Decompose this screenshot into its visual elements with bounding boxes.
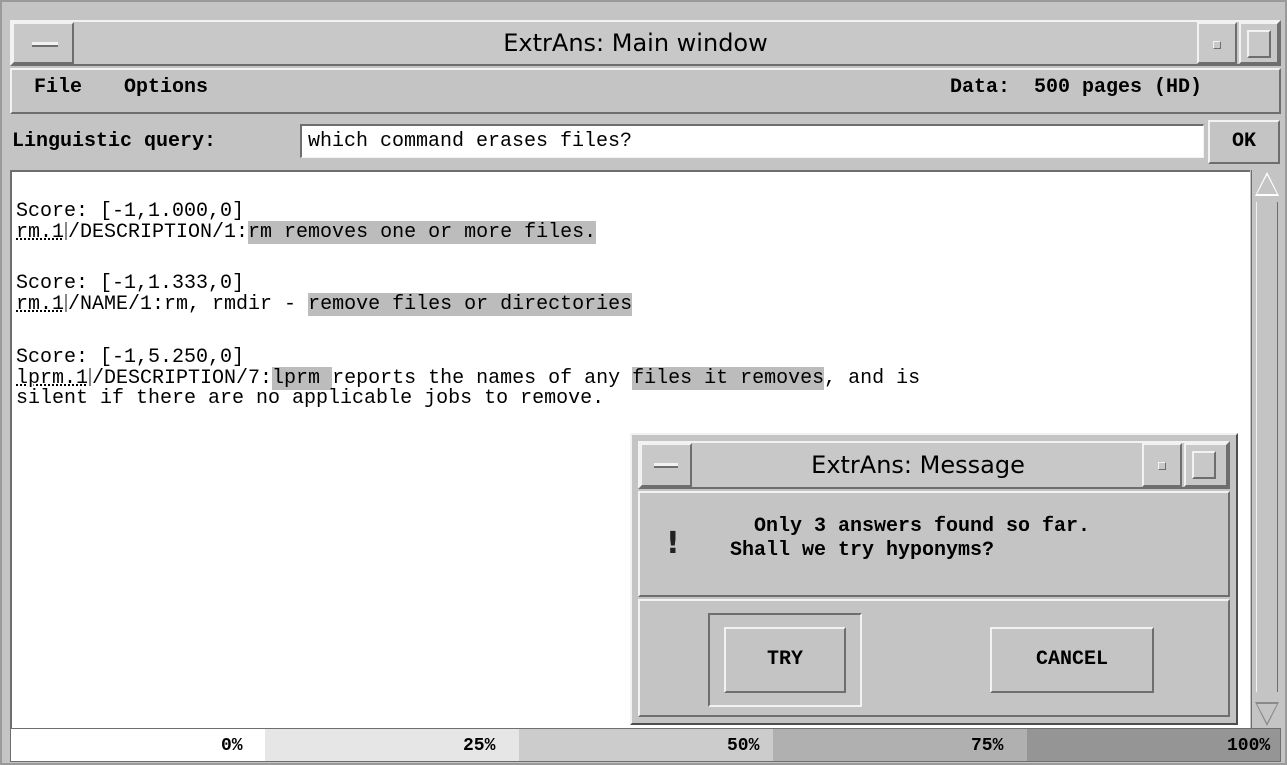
title-bar[interactable]: ExtrAns: Main window xyxy=(10,20,1281,66)
scroll-down-arrow-icon[interactable] xyxy=(1255,702,1279,726)
menu-bar: File Options Data: 500 pages (HD) xyxy=(10,68,1281,114)
message-dialog: ExtrAns: Message ! Only 3 answers found … xyxy=(630,433,1238,725)
minimize-icon xyxy=(1213,41,1221,49)
result-score: Score: [-1,5.250,0] xyxy=(16,346,245,369)
window-menu-icon xyxy=(654,463,678,468)
cancel-button[interactable]: CANCEL xyxy=(990,627,1154,693)
dialog-maximize-button[interactable] xyxy=(1184,443,1228,487)
result-continuation: silent if there are no applicable jobs t… xyxy=(16,387,605,410)
progress-label: 0% xyxy=(221,736,243,756)
maximize-icon xyxy=(1192,451,1216,479)
scroll-up-arrow-icon[interactable] xyxy=(1255,172,1279,196)
ok-button[interactable]: OK xyxy=(1208,120,1280,164)
doc-link[interactable]: rm.1 xyxy=(16,293,64,316)
exclamation-icon: ! xyxy=(666,526,680,561)
dialog-title-bar[interactable]: ExtrAns: Message xyxy=(638,441,1230,489)
window-menu-button[interactable] xyxy=(12,22,74,64)
progress-label: 50% xyxy=(727,736,760,756)
result-score: Score: [-1,1.333,0] xyxy=(16,272,245,295)
query-label: Linguistic query: xyxy=(12,130,217,153)
scroll-track[interactable] xyxy=(1256,202,1278,692)
result-section: /NAME/1: xyxy=(68,293,165,316)
minimize-icon xyxy=(1158,462,1166,470)
result-text-highlight: remove files or directories xyxy=(308,293,633,316)
query-input[interactable]: which command erases files? xyxy=(300,124,1204,158)
maximize-button[interactable] xyxy=(1239,22,1279,64)
link-marker xyxy=(89,368,92,386)
link-marker xyxy=(65,222,68,240)
minimize-button[interactable] xyxy=(1197,22,1237,64)
vertical-scrollbar[interactable] xyxy=(1251,170,1281,728)
dialog-title: ExtrAns: Message xyxy=(811,451,1025,479)
result-text-highlight: rm removes one or more files. xyxy=(248,221,597,244)
query-row: Linguistic query: which command erases f… xyxy=(10,118,1281,168)
menu-file[interactable]: File xyxy=(34,76,82,99)
result-text: , and is xyxy=(824,367,921,390)
data-status: Data: 500 pages (HD) xyxy=(950,76,1203,99)
progress-label: 100% xyxy=(1227,736,1271,756)
doc-link[interactable]: rm.1 xyxy=(16,221,64,244)
result-item: Score: [-1,5.250,0] lprm.1/DESCRIPTION/7… xyxy=(16,348,920,409)
dialog-menu-button[interactable] xyxy=(640,443,692,487)
maximize-icon xyxy=(1247,30,1271,58)
result-item: Score: [-1,1.000,0] rm.1/DESCRIPTION/1:r… xyxy=(16,200,597,244)
result-text: rm, rmdir - xyxy=(164,293,309,316)
progress-label: 25% xyxy=(463,736,496,756)
progress-label: 75% xyxy=(971,736,1004,756)
result-text-highlight: files it removes xyxy=(632,367,825,390)
dialog-minimize-button[interactable] xyxy=(1142,443,1182,487)
try-button[interactable]: TRY xyxy=(724,627,846,693)
dialog-actions: TRY CANCEL xyxy=(638,599,1230,717)
dialog-body: ! Only 3 answers found so far. Shall we … xyxy=(638,491,1230,597)
menu-options[interactable]: Options xyxy=(124,76,208,99)
result-item: Score: [-1,1.333,0] rm.1/NAME/1:rm, rmdi… xyxy=(16,272,633,316)
progress-bar: 0% 25% 50% 75% 100% xyxy=(10,728,1281,762)
dialog-message: Only 3 answers found so far. Shall we tr… xyxy=(730,515,1091,562)
link-marker xyxy=(65,294,68,312)
result-section: /DESCRIPTION/1: xyxy=(68,221,249,244)
window-title: ExtrAns: Main window xyxy=(503,29,768,57)
window-menu-icon xyxy=(32,42,58,47)
result-score: Score: [-1,1.000,0] xyxy=(16,200,245,223)
